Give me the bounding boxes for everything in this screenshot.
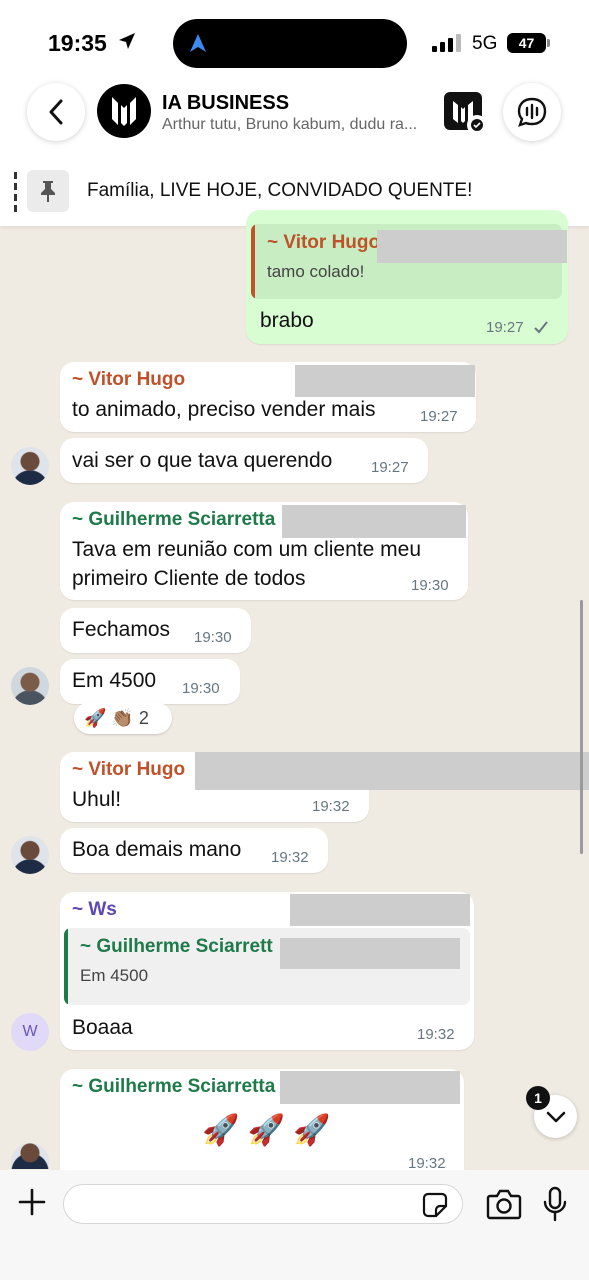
message-bubble-incoming[interactable]: ~ Guilherme Sciarretta 🚀 🚀 🚀 19:32 — [60, 1069, 464, 1172]
clock: 19:35 — [48, 30, 107, 56]
sender-name[interactable]: ~ Vitor Hugo — [72, 759, 185, 781]
plus-icon — [18, 1188, 46, 1216]
sticker-icon[interactable] — [422, 1192, 448, 1218]
message-text: to animado, preciso vender mais — [72, 398, 376, 421]
message-bubble-incoming[interactable]: Boa demais mano 19:32 — [60, 828, 328, 873]
location-arrow-icon — [119, 33, 135, 49]
status-bar: 19:35 5G 47 — [0, 0, 589, 80]
message-bubble-incoming[interactable]: vai ser o que tava querendo 19:27 — [60, 438, 428, 483]
group-title[interactable]: IA BUSINESS — [162, 92, 289, 115]
avatar[interactable] — [11, 447, 49, 485]
redaction-box — [195, 752, 589, 790]
message-text: Uhul! — [72, 788, 122, 811]
signal-icon — [432, 34, 461, 52]
message-composer — [0, 1170, 589, 1280]
redaction-box — [282, 505, 466, 538]
message-time: 19:27 — [371, 459, 409, 476]
avatar[interactable]: W — [11, 1013, 49, 1051]
message-bubble-incoming[interactable]: Em 4500 19:30 — [60, 659, 240, 704]
message-bubble-outgoing[interactable]: ~ Vitor Hugo tamo colado! brabo 19:27 — [246, 210, 568, 344]
message-text: Boa demais mano — [72, 838, 242, 861]
sent-check-icon — [534, 321, 548, 334]
redaction-box — [290, 894, 470, 926]
message-bubble-incoming[interactable]: Fechamos 19:30 — [60, 608, 251, 653]
message-time: 19:32 — [417, 1026, 455, 1043]
dynamic-island — [173, 19, 407, 68]
reactions-pill[interactable]: 🚀 👏🏽 2 — [74, 702, 172, 734]
sender-name[interactable]: ~ Guilherme Sciarretta — [72, 509, 275, 531]
check-circle-icon — [467, 115, 487, 135]
avatar[interactable] — [11, 667, 49, 705]
chevron-left-icon — [49, 99, 63, 125]
quoted-text: tamo colado! — [267, 262, 365, 281]
message-time: 19:32 — [312, 798, 350, 815]
avatar[interactable] — [11, 836, 49, 874]
navigation-icon — [190, 34, 206, 52]
pinned-text: Família, LIVE HOJE, CONVIDADO QUENTE! — [87, 180, 473, 201]
message-emoji: 🚀 🚀 🚀 — [202, 1114, 331, 1147]
pinned-indicator — [14, 172, 17, 214]
network-type: 5G — [472, 33, 498, 54]
scrollbar[interactable] — [580, 600, 583, 854]
camera-icon[interactable] — [486, 1188, 522, 1220]
group-call-button[interactable] — [503, 83, 561, 141]
message-input[interactable] — [63, 1184, 463, 1224]
unread-count-badge: 1 — [526, 1086, 550, 1110]
group-members[interactable]: Arthur tutu, Bruno kabum, dudu ra... — [162, 116, 417, 134]
redaction-box — [280, 938, 460, 969]
redaction-box — [295, 365, 475, 397]
back-button[interactable] — [27, 83, 85, 141]
message-text: Boaaa — [72, 1016, 133, 1039]
message-time: 19:27 — [486, 319, 524, 336]
pin-icon — [27, 170, 69, 212]
message-bubble-incoming[interactable]: ~ Vitor Hugo to animado, preciso vender … — [60, 362, 476, 432]
battery-icon: 47 — [507, 33, 550, 53]
message-text-line: primeiro Cliente de todos — [72, 567, 306, 590]
message-time: 19:30 — [182, 680, 220, 697]
message-text-line: Tava em reunião com um cliente meu — [72, 538, 421, 561]
message-time: 19:30 — [194, 629, 232, 646]
message-text: Em 4500 — [72, 669, 157, 692]
quoted-sender: ~ Guilherme Sciarrett — [80, 936, 273, 957]
avatar[interactable] — [11, 1143, 49, 1169]
group-avatar[interactable] — [97, 84, 151, 138]
community-badge[interactable] — [444, 92, 487, 135]
message-text: Fechamos — [72, 618, 171, 641]
audio-waveform-icon — [517, 97, 547, 127]
ia-business-logo-icon — [112, 97, 136, 126]
attach-button[interactable] — [14, 1184, 50, 1220]
chat-header: IA BUSINESS Arthur tutu, Bruno kabum, du… — [0, 80, 589, 156]
sender-name[interactable]: ~ Guilherme Sciarretta — [72, 1076, 275, 1098]
message-bubble-incoming[interactable]: ~ Guilherme Sciarretta Tava em reunião c… — [60, 502, 468, 600]
redaction-box — [280, 1071, 460, 1104]
chevron-down-icon — [546, 1111, 565, 1122]
message-time: 19:32 — [271, 849, 309, 866]
microphone-icon[interactable] — [542, 1186, 568, 1222]
quoted-text: Em 4500 — [80, 966, 149, 985]
message-text: brabo — [260, 309, 314, 332]
message-time: 19:27 — [420, 408, 458, 425]
sender-name[interactable]: ~ Vitor Hugo — [72, 369, 185, 391]
message-bubble-incoming[interactable]: ~ Ws ~ Guilherme Sciarrett Em 4500 Boaaa… — [60, 892, 474, 1050]
redaction-box — [377, 230, 567, 263]
sender-name[interactable]: ~ Ws — [72, 899, 117, 921]
quoted-sender: ~ Vitor Hugo — [267, 232, 381, 253]
message-text: vai ser o que tava querendo — [72, 449, 333, 472]
message-time: 19:30 — [411, 577, 449, 594]
